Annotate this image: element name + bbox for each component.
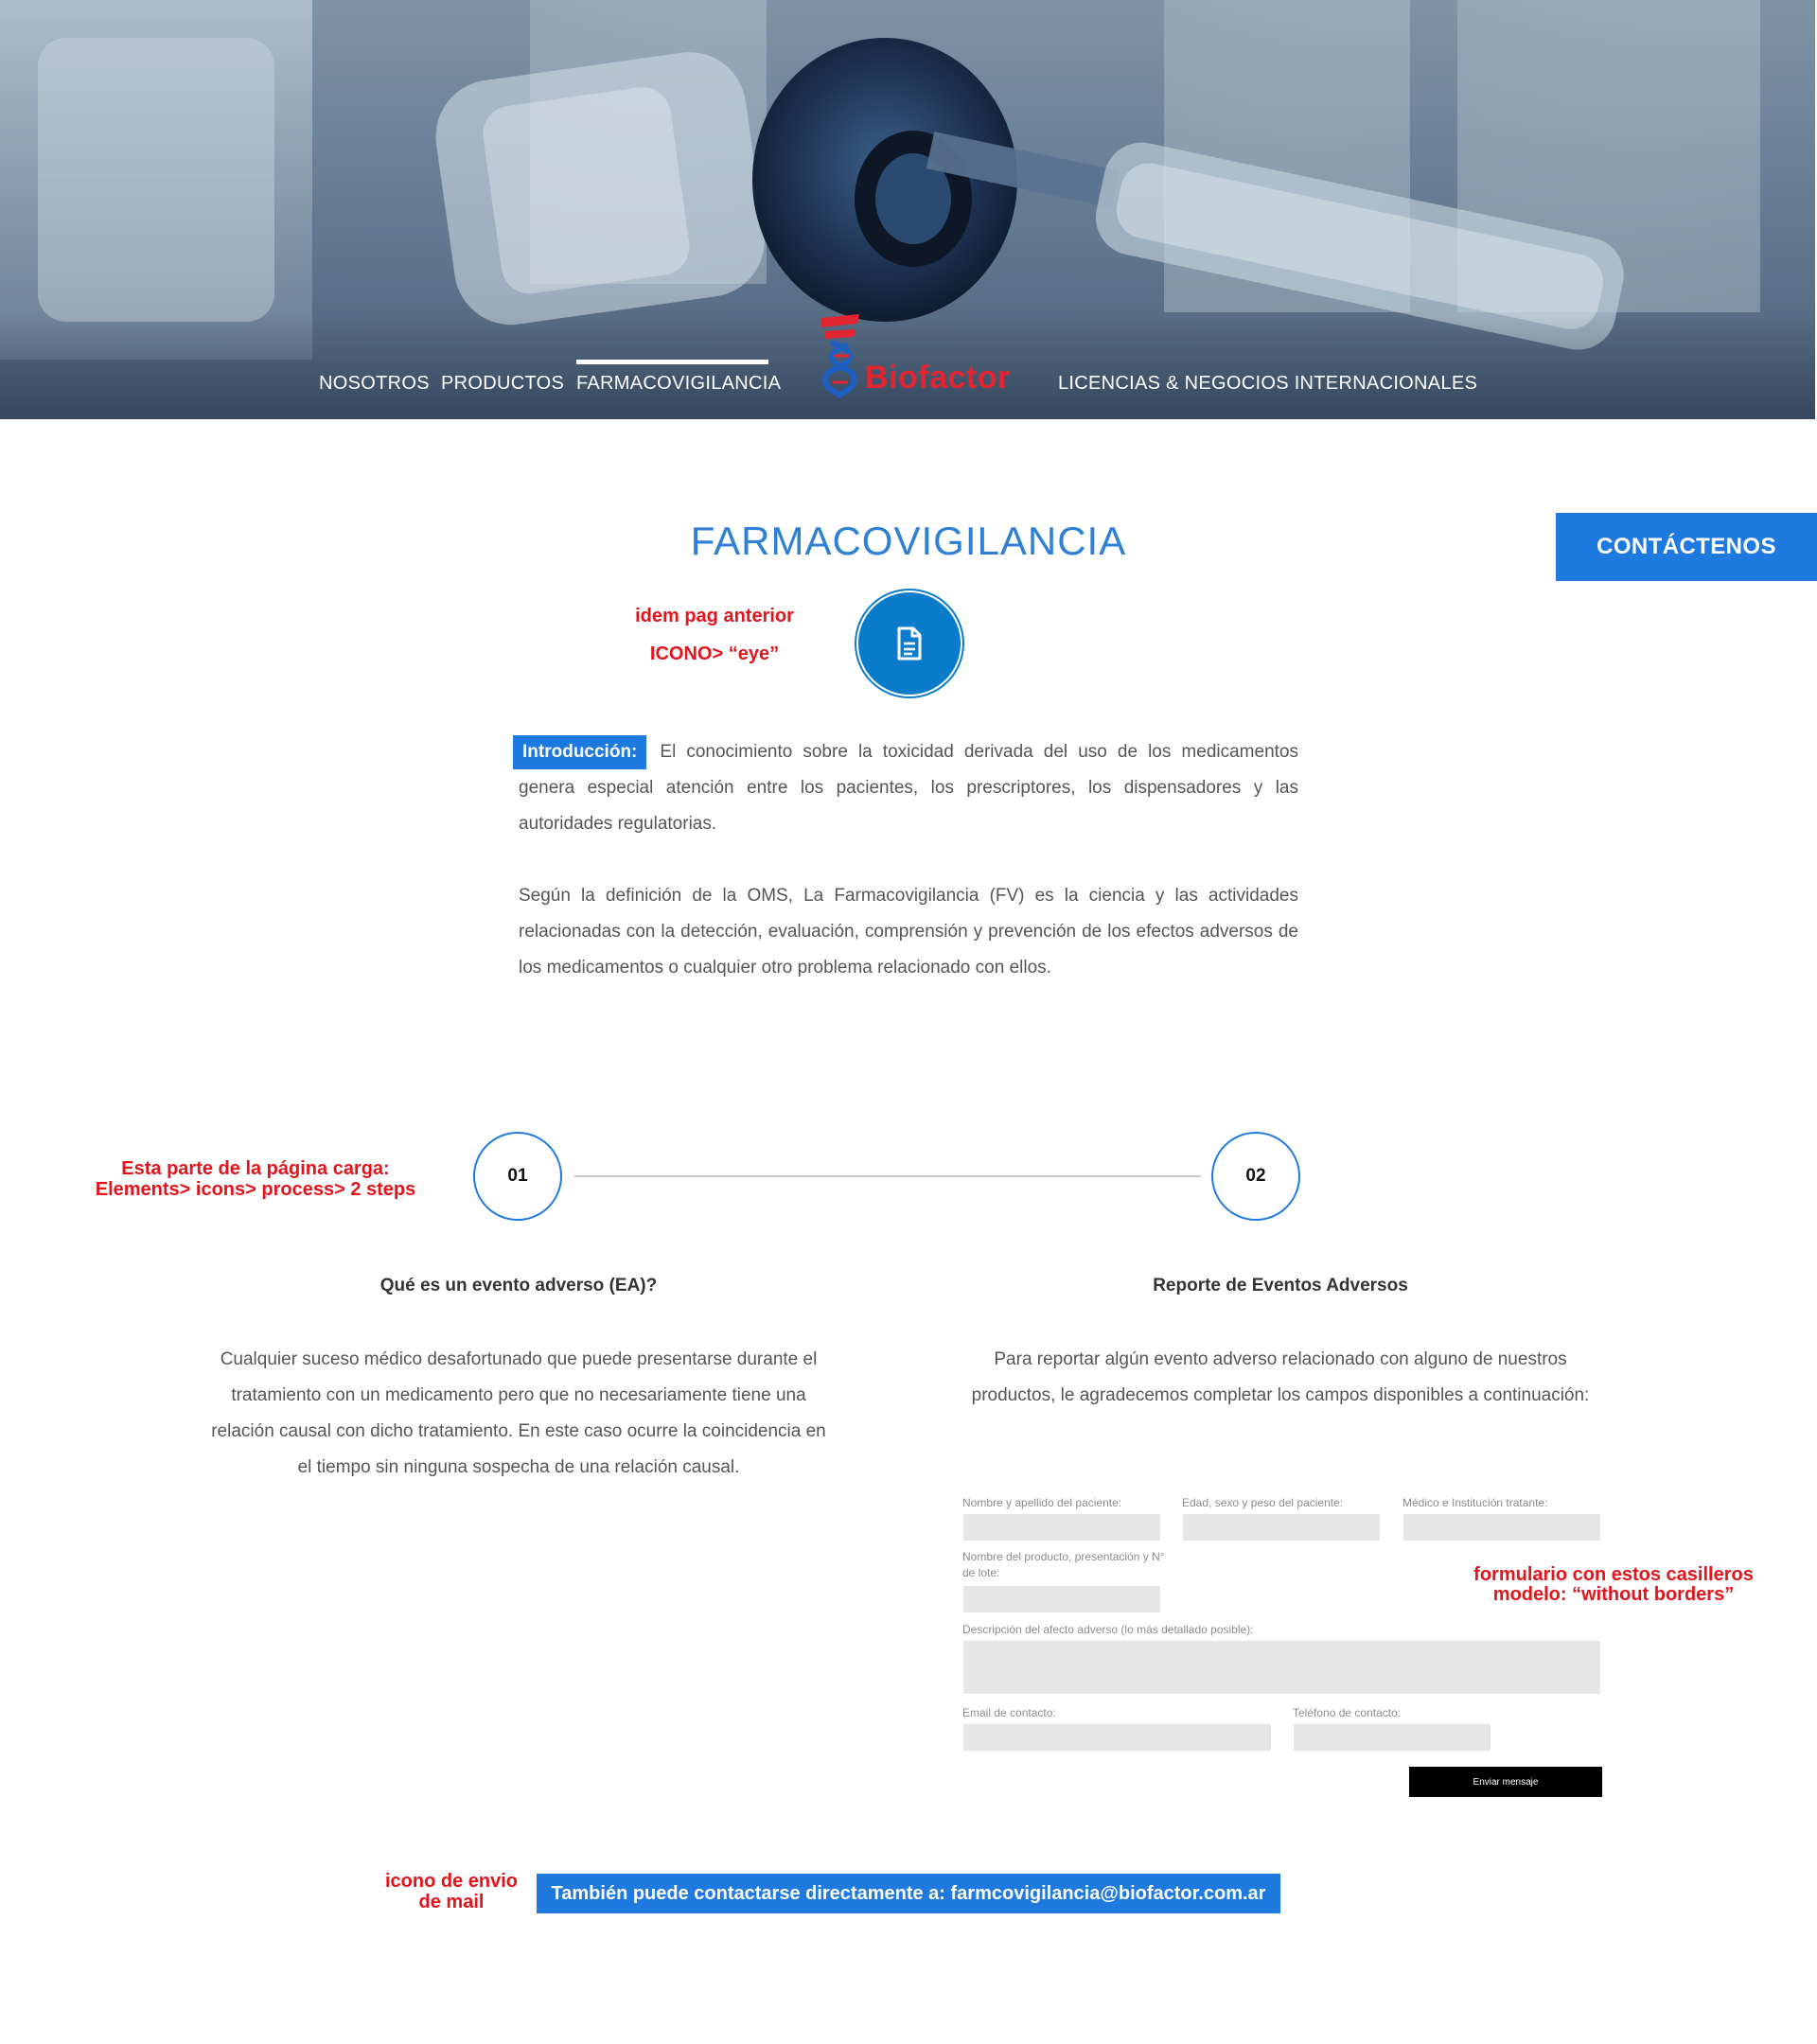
annotation-process-note-line2: Elements> icons> process> 2 steps [95, 1179, 416, 1200]
age-sex-weight-field[interactable] [1183, 1514, 1380, 1541]
annotation-icon-note-line2: ICONO> “eye” [649, 643, 780, 664]
logo-text: Biofactor [865, 360, 1011, 396]
process-step-2-text: Para reportar algún evento adverso relac… [971, 1349, 1590, 1405]
intro-tag: Introducción: [513, 735, 647, 769]
doctor-institution-label: Médico e Institución tratante: [1402, 1496, 1548, 1509]
process-connector-line [574, 1175, 1201, 1177]
process-step-1-title: Qué es un evento adverso (EA)? [379, 1276, 658, 1295]
doctor-institution-field[interactable] [1403, 1514, 1600, 1541]
dna-logo-icon [821, 314, 859, 398]
nav-item-nosotros[interactable]: NOSOTROS [319, 373, 430, 395]
document-icon [897, 626, 922, 661]
annotation-mail-note-line1: icono de envio [384, 1871, 519, 1892]
age-sex-weight-label: Edad, sexo y peso del paciente: [1182, 1496, 1344, 1509]
nav-item-licencias[interactable]: LICENCIAS & NEGOCIOS INTERNACIONALES [1058, 373, 1477, 395]
page-title: FARMACOVIGILANCIA [690, 519, 1127, 563]
description-textarea[interactable] [963, 1641, 1600, 1694]
process-step-1-circle: 01 [473, 1132, 562, 1221]
annotation-process-note-line1: Esta parte de la página carga: [121, 1158, 390, 1179]
email-label: Email de contacto: [962, 1706, 1056, 1719]
phone-label: Teléfono de contacto: [1293, 1706, 1402, 1719]
product-lot-label: Nombre del producto, presentación y N° d… [962, 1550, 1165, 1579]
intro-paragraph-2: Según la definición de la OMS, La Farmac… [519, 886, 1298, 978]
annotation-form-note: formulario con estos casilleros modelo: … [1457, 1565, 1770, 1605]
product-lot-field[interactable] [963, 1586, 1160, 1612]
intro-paragraph-1: Introducción: El conocimiento sobre la to… [513, 734, 1298, 842]
send-message-button[interactable]: Enviar mensaje [1409, 1767, 1602, 1797]
contact-email-bar[interactable]: También puede contactarse directamente a… [537, 1874, 1280, 1913]
biofactor-logo[interactable]: Biofactor [814, 312, 1010, 399]
nav-item-farmacovigilancia[interactable]: FARMACOVIGILANCIA [576, 373, 781, 395]
annotation-icon-note-line1: idem pag anterior [635, 606, 794, 626]
nav-item-productos[interactable]: PRODUCTOS [441, 373, 564, 395]
document-icon-badge [856, 590, 962, 696]
patient-name-label: Nombre y apellido del paciente: [962, 1496, 1122, 1509]
annotation-form-note-line2: modelo: “without borders” [1492, 1584, 1735, 1605]
annotation-form-note-line1: formulario con estos casilleros [1473, 1564, 1754, 1585]
email-field[interactable] [963, 1724, 1271, 1751]
annotation-mail-note: icono de envio de mail [376, 1871, 527, 1912]
intro-section: Introducción: El conocimiento sobre la to… [513, 734, 1298, 986]
main-nav: NOSOTROS PRODUCTOS FARMACOVIGILANCIA Bio… [0, 0, 1815, 419]
nav-active-indicator [576, 360, 768, 364]
phone-field[interactable] [1294, 1724, 1491, 1751]
annotation-process-note: Esta parte de la página carga: Elements>… [95, 1158, 416, 1200]
description-label: Descripción del afecto adverso (lo más d… [962, 1623, 1254, 1636]
annotation-mail-note-line2: de mail [418, 1892, 485, 1912]
process-step-2-circle: 02 [1211, 1132, 1300, 1221]
annotation-icon-note: idem pag anterior ICONO> “eye” [606, 604, 823, 666]
process-step-1-text: Cualquier suceso médico desafortunado qu… [211, 1349, 826, 1477]
process-step-2-title: Reporte de Eventos Adversos [1153, 1276, 1408, 1295]
patient-name-field[interactable] [963, 1514, 1160, 1541]
